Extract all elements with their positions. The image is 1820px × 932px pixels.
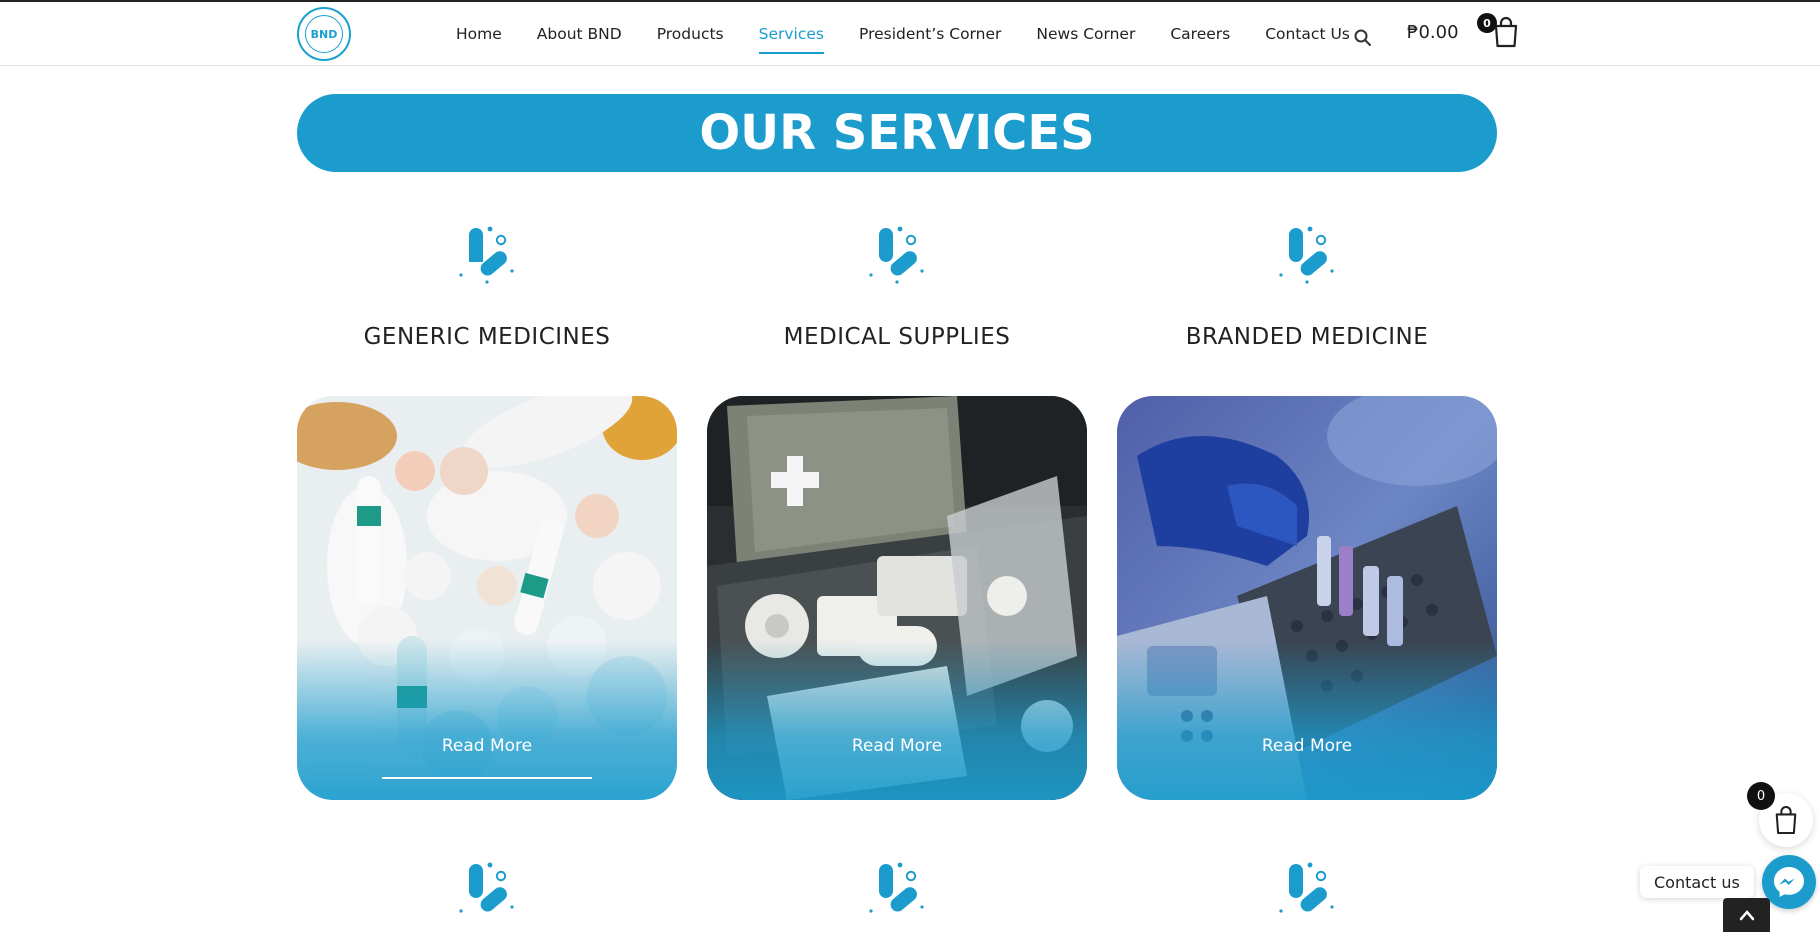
service-title-branded: BRANDED MEDICINE — [1185, 324, 1429, 350]
site-header: BND Home About BND Products Services Pre… — [0, 2, 1820, 66]
pill-icon — [1279, 226, 1334, 284]
cart-count-badge: 0 — [1477, 13, 1497, 33]
service-card-branded[interactable]: Read More — [1117, 396, 1497, 800]
service-card-supplies[interactable]: Read More — [707, 396, 1087, 800]
nav-news-corner[interactable]: News Corner — [1036, 2, 1135, 66]
floating-cart-count: 0 — [1747, 782, 1775, 810]
service-title-supplies: MEDICAL SUPPLIES — [783, 324, 1011, 350]
card-overlay — [297, 640, 677, 800]
service-card-generic[interactable]: Read More — [297, 396, 677, 800]
read-more-link[interactable]: Read More — [707, 736, 1087, 756]
contact-us-label[interactable]: Contact us — [1640, 866, 1754, 898]
nav-services[interactable]: Services — [758, 2, 825, 66]
nav-about[interactable]: About BND — [537, 2, 622, 66]
pill-icon — [869, 226, 924, 284]
service-title-generic: GENERIC MEDICINES — [363, 324, 611, 350]
pill-icon — [1279, 862, 1334, 913]
messenger-button[interactable] — [1762, 855, 1816, 909]
card-overlay — [1117, 640, 1497, 800]
cart-icon — [1775, 806, 1797, 835]
pill-icon — [869, 862, 924, 913]
card-overlay — [707, 640, 1087, 800]
read-more-link[interactable]: Read More — [297, 736, 677, 756]
logo-text: BND — [305, 15, 343, 53]
nav-careers[interactable]: Careers — [1170, 2, 1230, 66]
pill-icon — [459, 226, 514, 284]
site-logo[interactable]: BND — [297, 7, 351, 61]
page-title: OUR SERVICES — [699, 105, 1095, 161]
read-more-underline — [382, 777, 592, 779]
messenger-icon — [1774, 867, 1804, 897]
nav-products[interactable]: Products — [657, 2, 724, 66]
search-icon[interactable] — [1353, 28, 1373, 48]
nav-presidents-corner[interactable]: President’s Corner — [859, 2, 1001, 66]
scroll-to-top-button[interactable] — [1723, 898, 1770, 932]
chevron-up-icon — [1739, 910, 1754, 921]
nav-contact-us[interactable]: Contact Us — [1265, 2, 1350, 66]
services-banner: OUR SERVICES — [297, 94, 1497, 172]
read-more-link[interactable]: Read More — [1117, 736, 1497, 756]
main-nav: Home About BND Products Services Preside… — [456, 2, 1385, 66]
pill-icon — [459, 862, 514, 913]
cart-total[interactable]: ₱0.00 — [1407, 22, 1459, 43]
nav-home[interactable]: Home — [456, 2, 502, 66]
